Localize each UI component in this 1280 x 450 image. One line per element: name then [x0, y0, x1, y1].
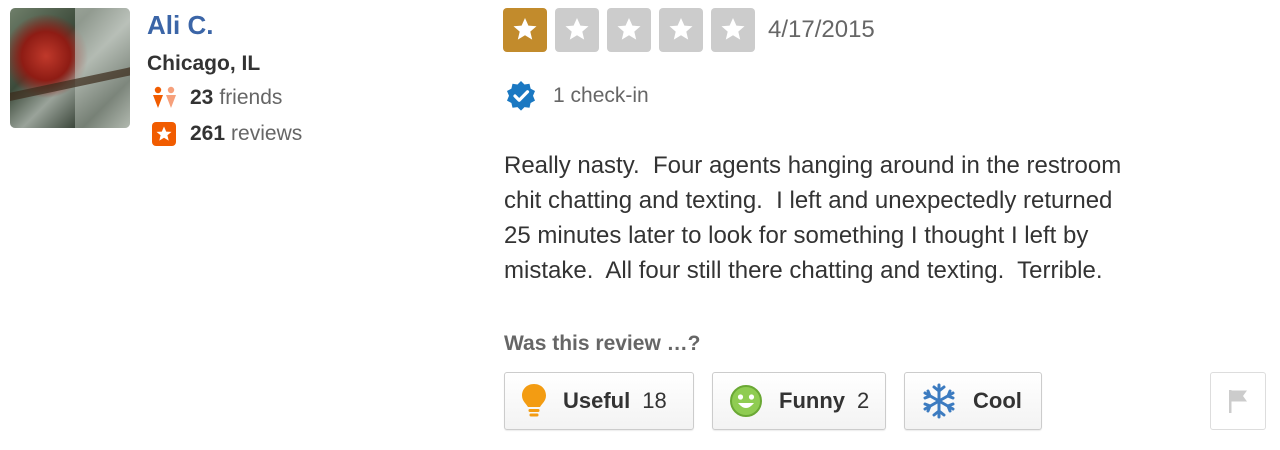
flag-review-button[interactable] [1210, 372, 1266, 430]
review-body: Really nasty. Four agents hanging around… [504, 152, 1122, 284]
friends-label: friends [219, 86, 283, 109]
star-icon [617, 18, 641, 40]
cool-button[interactable]: Cool [904, 372, 1042, 430]
review-date: 4/17/2015 [768, 16, 875, 43]
star-empty [711, 8, 755, 52]
user-name-link[interactable]: Ali C. [147, 10, 213, 41]
lightbulb-icon [521, 383, 547, 419]
checkin-label: 1 check-in [553, 84, 649, 107]
friends-icon [152, 86, 178, 110]
useful-count: 18 [642, 388, 667, 413]
star-icon [513, 18, 537, 40]
funny-label: Funny [779, 388, 845, 413]
reviews-stat: 261 reviews [152, 122, 302, 146]
star-filled [503, 8, 547, 52]
funny-count: 2 [857, 388, 870, 413]
reviews-count: 261 [190, 122, 226, 145]
star-icon [669, 18, 693, 40]
star-icon [565, 18, 589, 40]
reviews-label: reviews [231, 122, 303, 145]
cool-label: Cool [973, 388, 1022, 413]
star-icon [721, 18, 745, 40]
funny-button[interactable]: Funny 2 [712, 372, 886, 430]
friends-stat: 23 friends [152, 86, 282, 110]
useful-label: Useful [563, 388, 631, 413]
flag-icon [1227, 388, 1249, 414]
star-empty [555, 8, 599, 52]
user-avatar[interactable] [10, 8, 130, 128]
star-empty [659, 8, 703, 52]
snowflake-icon [921, 383, 957, 419]
star-empty [607, 8, 651, 52]
user-location: Chicago, IL [147, 52, 261, 75]
star-rating [503, 8, 763, 52]
review-star-icon [152, 122, 178, 146]
useful-button[interactable]: Useful 18 [504, 372, 694, 430]
vote-question: Was this review …? [504, 332, 701, 355]
checkin-info: 1 check-in [505, 80, 649, 112]
smiley-icon [729, 384, 763, 418]
verified-checkin-icon [505, 80, 537, 112]
friends-count: 23 [190, 86, 214, 109]
